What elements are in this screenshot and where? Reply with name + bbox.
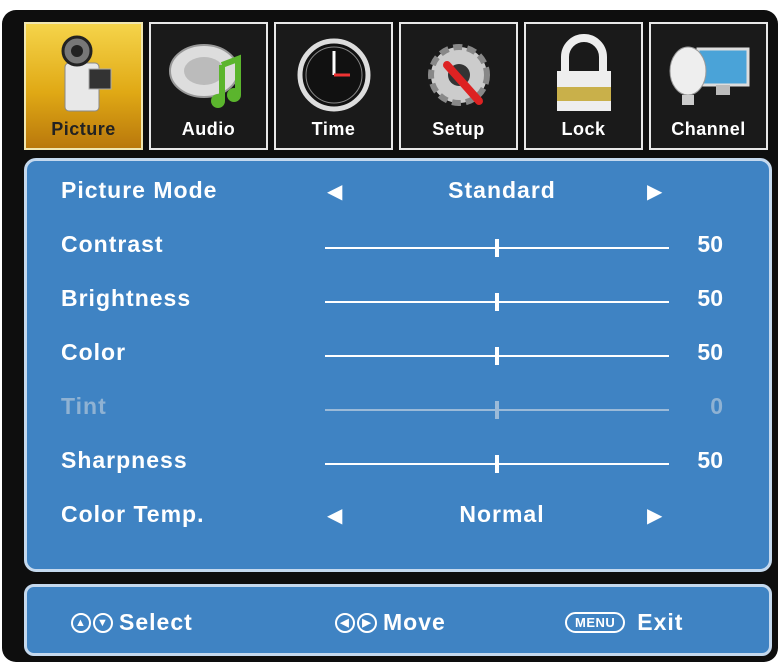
contrast-label: Contrast [61, 231, 164, 257]
picture-mode-label: Picture Mode [61, 177, 218, 203]
color-temp-row[interactable]: Color Temp. ◀ Normal ▶ [27, 497, 769, 537]
sharpness-row[interactable]: Sharpness 50 [27, 443, 769, 483]
footer-hints: ▲ ▼ Select ◀ ▶ Move MENU Exit [24, 584, 772, 656]
tab-lock[interactable]: Lock [524, 22, 643, 150]
contrast-row[interactable]: Contrast 50 [27, 227, 769, 267]
satellite-monitor-icon [651, 32, 766, 118]
clock-icon [276, 32, 391, 118]
tab-label: Channel [671, 119, 746, 139]
arrow-right-icon[interactable]: ▶ [647, 503, 662, 528]
color-temp-value: Normal [459, 501, 545, 527]
tint-row: Tint 0 [27, 389, 769, 429]
brightness-label: Brightness [61, 285, 192, 311]
camcorder-icon [26, 32, 141, 118]
picture-mode-value: Standard [448, 177, 556, 203]
slider-handle [495, 401, 499, 419]
arrow-left-icon[interactable]: ◀ [327, 179, 342, 204]
exit-label: Exit [637, 609, 684, 635]
menu-tabs: Picture Audio Time Setup Lock Channel [24, 22, 782, 152]
tab-label: Picture [51, 119, 116, 139]
arrow-right-icon[interactable]: ▶ [647, 179, 662, 204]
tab-time[interactable]: Time [274, 22, 393, 150]
sharpness-label: Sharpness [61, 447, 188, 473]
brightness-value: 50 [697, 285, 723, 311]
slider-handle[interactable] [495, 293, 499, 311]
tab-label: Time [311, 119, 356, 139]
contrast-value: 50 [697, 231, 723, 257]
tab-label: Setup [432, 119, 485, 139]
tint-label: Tint [61, 393, 107, 419]
gear-wrench-icon [401, 32, 516, 118]
contrast-slider[interactable] [325, 239, 669, 257]
tab-audio[interactable]: Audio [149, 22, 268, 150]
speaker-music-icon [151, 32, 266, 118]
tab-setup[interactable]: Setup [399, 22, 518, 150]
slider-handle[interactable] [495, 239, 499, 257]
sharpness-slider[interactable] [325, 455, 669, 473]
up-down-arrows-icon: ▲ ▼ [71, 612, 113, 633]
select-hint: ▲ ▼ Select [71, 609, 193, 636]
tab-channel[interactable]: Channel [649, 22, 768, 150]
menu-key-icon: MENU [565, 612, 626, 633]
picture-mode-row[interactable]: Picture Mode ◀ Standard ▶ [27, 173, 769, 213]
slider-handle[interactable] [495, 347, 499, 365]
color-row[interactable]: Color 50 [27, 335, 769, 375]
sharpness-value: 50 [697, 447, 723, 473]
tint-value: 0 [710, 393, 723, 419]
color-value: 50 [697, 339, 723, 365]
brightness-row[interactable]: Brightness 50 [27, 281, 769, 321]
tint-slider [325, 401, 669, 419]
picture-settings-panel: Picture Mode ◀ Standard ▶ Contrast 50 Br… [24, 158, 772, 572]
color-slider[interactable] [325, 347, 669, 365]
tab-picture[interactable]: Picture [24, 22, 143, 150]
arrow-left-icon[interactable]: ◀ [327, 503, 342, 528]
left-right-arrows-icon: ◀ ▶ [335, 612, 377, 633]
move-label: Move [383, 609, 446, 635]
tab-label: Audio [181, 119, 236, 139]
brightness-slider[interactable] [325, 293, 669, 311]
select-label: Select [119, 609, 193, 635]
slider-handle[interactable] [495, 455, 499, 473]
move-hint: ◀ ▶ Move [335, 609, 446, 636]
tab-label: Lock [561, 119, 606, 139]
color-label: Color [61, 339, 127, 365]
padlock-icon [526, 32, 641, 118]
exit-hint: MENU Exit [565, 609, 683, 636]
color-temp-label: Color Temp. [61, 501, 205, 527]
